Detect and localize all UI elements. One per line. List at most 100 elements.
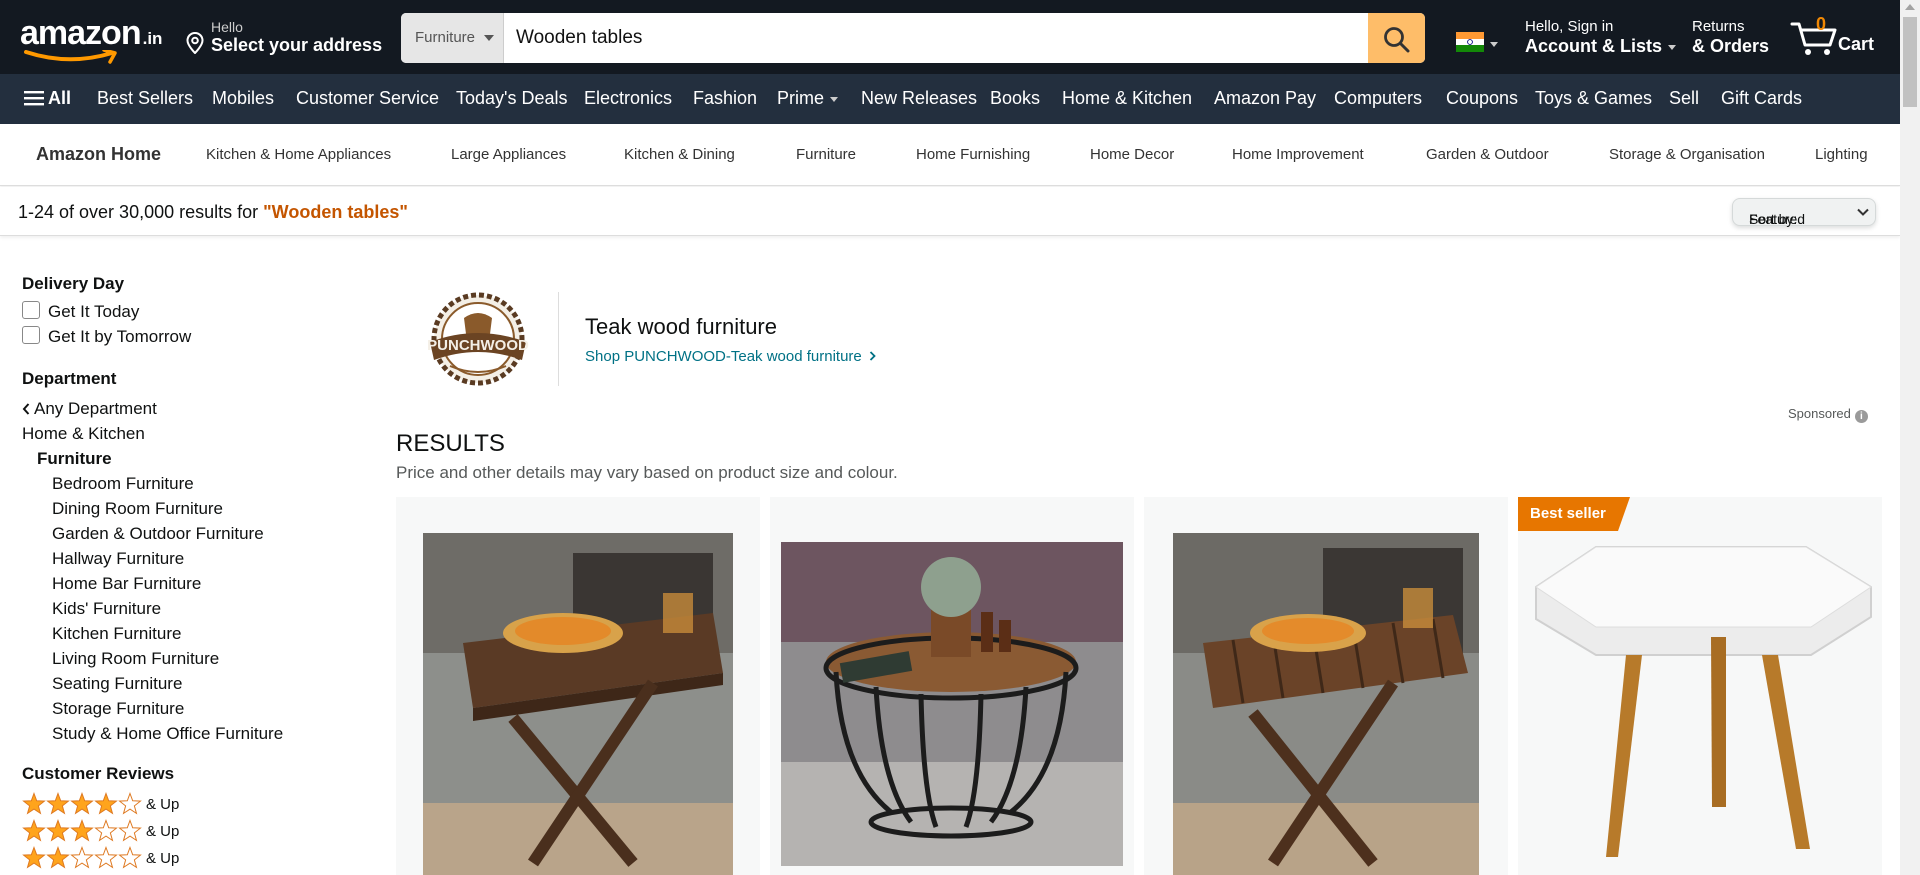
language-chevron-icon <box>1490 42 1498 47</box>
punchwood-logo[interactable]: PUNCHWOOD <box>420 290 536 388</box>
brand-divider <box>558 292 559 386</box>
checkbox[interactable] <box>22 301 40 319</box>
subnav-home-decor[interactable]: Home Decor <box>1090 146 1174 163</box>
nav-fashion[interactable]: Fashion <box>693 88 757 109</box>
product-image[interactable] <box>781 542 1123 866</box>
dept-garden-outdoor-furniture[interactable]: Garden & Outdoor Furniture <box>52 524 264 544</box>
product-card[interactable] <box>770 497 1134 875</box>
subnav-lighting[interactable]: Lighting <box>1815 146 1868 163</box>
nav-gift-cards[interactable]: Gift Cards <box>1721 88 1802 109</box>
main-nav: All Best Sellers Mobiles Customer Servic… <box>0 74 1900 124</box>
review-filter-4-stars[interactable]: & Up <box>22 792 222 816</box>
amazon-logo[interactable]: amazon .in <box>20 14 168 64</box>
cart-label: Cart <box>1838 34 1875 54</box>
dept-bedroom-furniture[interactable]: Bedroom Furniture <box>52 474 194 494</box>
sort-dropdown[interactable]: Sort by: Featured <box>1732 198 1876 227</box>
search-input[interactable] <box>504 13 1368 63</box>
dept-hallway-furniture[interactable]: Hallway Furniture <box>52 549 184 569</box>
account-lists[interactable]: Hello, Sign in Account & Lists <box>1525 18 1677 57</box>
returns-orders[interactable]: Returns & Orders <box>1692 18 1769 57</box>
filter-get-it-tomorrow[interactable]: Get It by Tomorrow <box>22 325 422 349</box>
logo-tld: .in <box>142 29 163 48</box>
scroll-up-arrow-icon[interactable] <box>1905 4 1915 10</box>
amazon-search-page: amazon .in Hello Select your address Furn… <box>0 0 1920 875</box>
nav-toys-games[interactable]: Toys & Games <box>1535 88 1652 109</box>
dept-dining-room-furniture[interactable]: Dining Room Furniture <box>52 499 223 519</box>
review-filter-2-stars[interactable]: & Up <box>22 846 222 870</box>
customer-reviews-heading: Customer Reviews <box>22 764 175 783</box>
dept-seating-furniture[interactable]: Seating Furniture <box>52 674 182 694</box>
dept-kitchen-furniture[interactable]: Kitchen Furniture <box>52 624 181 644</box>
subnav-garden-outdoor[interactable]: Garden & Outdoor <box>1426 146 1549 163</box>
product-card[interactable] <box>396 497 760 875</box>
dept-kids-furniture[interactable]: Kids' Furniture <box>52 599 161 619</box>
best-seller-badge: Best seller <box>1518 497 1630 531</box>
subnav-kitchen-home-appliances[interactable]: Kitchen & Home Appliances <box>206 146 391 163</box>
nav-sell[interactable]: Sell <box>1669 88 1699 109</box>
chevron-right-icon <box>869 351 876 361</box>
product-image[interactable] <box>423 533 733 875</box>
filter-get-it-today[interactable]: Get It Today <box>22 300 422 324</box>
subnav-home-improvement[interactable]: Home Improvement <box>1232 146 1364 163</box>
search-category-dropdown[interactable]: Furniture <box>401 13 504 63</box>
star-empty-icon <box>94 819 118 842</box>
scrollbar-thumb[interactable] <box>1903 17 1917 107</box>
dept-home-kitchen[interactable]: Home & Kitchen <box>22 424 145 444</box>
checkbox[interactable] <box>22 326 40 344</box>
nav-books[interactable]: Books <box>990 88 1040 109</box>
dept-study-home-office-furniture[interactable]: Study & Home Office Furniture <box>52 724 283 744</box>
nav-todays-deals[interactable]: Today's Deals <box>456 88 568 109</box>
nav-customer-service[interactable]: Customer Service <box>296 88 439 109</box>
chevron-left-icon <box>22 403 30 415</box>
nav-computers[interactable]: Computers <box>1334 88 1422 109</box>
star-empty-icon <box>118 792 142 815</box>
language-selector[interactable] <box>1456 32 1484 52</box>
brand-banner-title[interactable]: Teak wood furniture <box>585 314 777 340</box>
nav-best-sellers[interactable]: Best Sellers <box>97 88 193 109</box>
dept-storage-furniture[interactable]: Storage Furniture <box>52 699 184 719</box>
star-filled-icon <box>70 819 94 842</box>
sponsored-label[interactable]: Sponsored i <box>1788 406 1868 423</box>
nav-new-releases[interactable]: New Releases <box>861 88 977 109</box>
dept-furniture: Furniture <box>37 449 112 468</box>
page-scrollbar[interactable] <box>1900 0 1920 875</box>
brand-shop-link[interactable]: Shop PUNCHWOOD-Teak wood furniture <box>585 348 876 365</box>
cart-icon <box>1790 22 1837 55</box>
subnav-home-furnishing[interactable]: Home Furnishing <box>916 146 1030 163</box>
nav-electronics[interactable]: Electronics <box>584 88 672 109</box>
subnav-large-appliances[interactable]: Large Appliances <box>451 146 566 163</box>
subnav-amazon-home[interactable]: Amazon Home <box>36 144 161 165</box>
product-card[interactable]: Best seller <box>1518 497 1882 875</box>
subnav-storage-organisation[interactable]: Storage & Organisation <box>1609 146 1765 163</box>
chevron-down-icon <box>830 96 839 102</box>
product-image[interactable] <box>1526 527 1882 867</box>
cart-button[interactable]: 0 Cart <box>1790 12 1890 62</box>
product-card[interactable] <box>1144 497 1508 875</box>
subnav-kitchen-dining[interactable]: Kitchen & Dining <box>624 146 735 163</box>
star-empty-icon <box>118 819 142 842</box>
nav-home-kitchen[interactable]: Home & Kitchen <box>1062 88 1192 109</box>
department-heading: Department <box>22 369 117 388</box>
address-hello: Hello <box>211 19 243 35</box>
nav-mobiles[interactable]: Mobiles <box>212 88 274 109</box>
search-button[interactable] <box>1368 13 1425 63</box>
search-category-label: Furniture <box>415 29 476 46</box>
product-image[interactable] <box>1173 533 1479 875</box>
nav-coupons[interactable]: Coupons <box>1446 88 1518 109</box>
star-filled-icon <box>46 792 70 815</box>
review-filter-3-stars[interactable]: & Up <box>22 819 222 843</box>
nav-prime[interactable]: Prime <box>777 88 839 109</box>
chevron-down-icon <box>1857 208 1869 216</box>
dept-living-room-furniture[interactable]: Living Room Furniture <box>52 649 219 669</box>
dept-home-bar-furniture[interactable]: Home Bar Furniture <box>52 574 201 594</box>
nav-amazon-pay[interactable]: Amazon Pay <box>1214 88 1316 109</box>
star-filled-icon <box>22 819 46 842</box>
subnav-furniture[interactable]: Furniture <box>796 146 856 163</box>
logo-smile-icon <box>24 50 117 64</box>
returns-label: Returns <box>1692 18 1745 35</box>
any-department-link[interactable]: Any Department <box>22 399 157 419</box>
all-menu-button[interactable]: All <box>24 88 71 109</box>
account-lists-label: Account & Lists <box>1525 36 1677 57</box>
chevron-down-icon <box>1668 44 1677 50</box>
search-icon <box>1384 27 1410 53</box>
